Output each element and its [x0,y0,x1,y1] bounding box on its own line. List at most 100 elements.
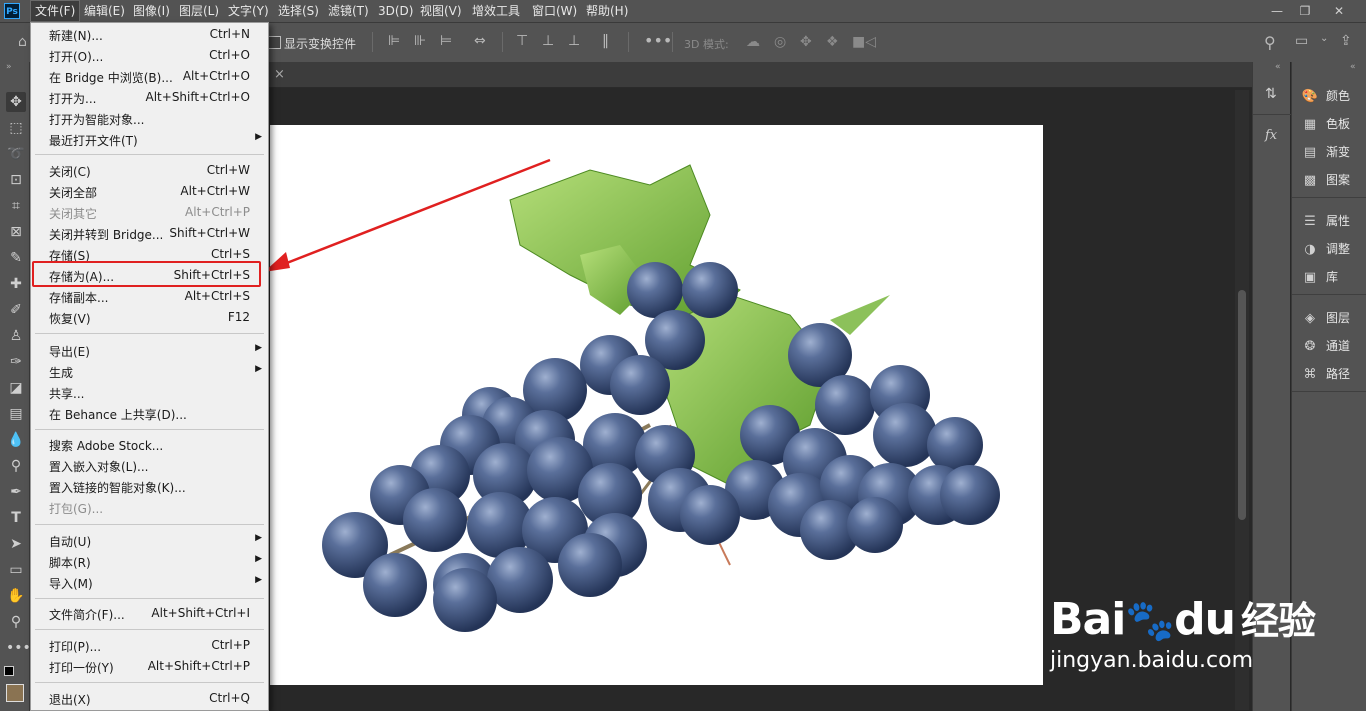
distribute-icon[interactable]: ‖ [602,33,609,49]
align-center-icon[interactable]: ⊪ [414,33,426,49]
panel-gradients[interactable]: ▤ 渐变 [1300,141,1364,163]
panel-layers[interactable]: ◈ 图层 [1300,307,1364,329]
menu-select[interactable]: 选择(S) [274,0,323,22]
menu-item-exit[interactable]: 退出(X) Ctrl+Q [31,688,268,709]
menu-item-close[interactable]: 关闭(C) Ctrl+W [31,160,268,181]
menu-item-print[interactable]: 打印(P)... Ctrl+P [31,635,268,656]
default-colors-icon[interactable] [4,666,14,676]
menu-item-recent-files[interactable]: 最近打开文件(T) ▶ [31,129,268,150]
panel-color[interactable]: 🎨 颜色 [1300,85,1364,107]
dodge-tool-icon[interactable]: ⚲ [6,456,26,476]
menu-item-browse-bridge[interactable]: 在 Bridge 中浏览(B)... Alt+Ctrl+O [31,66,268,87]
history-brush-tool-icon[interactable]: ✑ [6,352,26,372]
menu-image[interactable]: 图像(I) [129,0,174,22]
menu-item-open-as[interactable]: 打开为... Alt+Shift+Ctrl+O [31,87,268,108]
search-icon[interactable]: ⚲ [1264,33,1276,52]
align-bottom-icon[interactable]: ⊥ [568,33,580,49]
move-tool-icon[interactable]: ✥ [6,92,26,112]
shape-tool-icon[interactable]: ▭ [6,560,26,580]
menu-plugins[interactable]: 增效工具 [468,0,524,22]
panel-properties[interactable]: ☰ 属性 [1300,210,1364,232]
share-icon[interactable]: ⇪ [1340,33,1352,49]
menu-item-close-go-bridge[interactable]: 关闭并转到 Bridge... Shift+Ctrl+W [31,223,268,244]
menu-3d[interactable]: 3D(D) [374,0,417,22]
menu-view[interactable]: 视图(V) [416,0,466,22]
pen-tool-icon[interactable]: ✒ [6,482,26,502]
menu-layer[interactable]: 图层(L) [175,0,223,22]
chevron-down-icon[interactable]: ⌄ [1320,33,1328,44]
menu-item-place-linked[interactable]: 置入链接的智能对象(K)... [31,476,268,497]
hand-tool-icon[interactable]: ✋ [6,586,26,606]
more-tools-icon[interactable]: ••• [6,638,31,658]
gradient-tool-icon[interactable]: ▤ [6,404,26,424]
panel-adjustments[interactable]: ◑ 调整 [1300,238,1364,260]
fx-icon[interactable]: fx [1265,128,1277,143]
panel-swatches[interactable]: ▦ 色板 [1300,113,1364,135]
menu-item-generate[interactable]: 生成 ▶ [31,361,268,382]
menu-item-close-all[interactable]: 关闭全部 Alt+Ctrl+W [31,181,268,202]
menu-filter[interactable]: 滤镜(T) [324,0,373,22]
eraser-tool-icon[interactable]: ◪ [6,378,26,398]
menu-item-automate[interactable]: 自动(U) ▶ [31,530,268,551]
align-left-icon[interactable]: ⊫ [388,33,400,49]
align-right-icon[interactable]: ⊨ [440,33,452,49]
orbit-3d-icon[interactable]: ☁ [746,34,760,50]
pan-3d-icon[interactable]: ✥ [800,34,812,50]
roll-3d-icon[interactable]: ◎ [774,34,786,50]
workspace-icon[interactable]: ▭ [1295,33,1308,49]
marquee-tool-icon[interactable]: ⬚ [6,118,26,138]
collapse-icon[interactable]: « [1275,62,1281,72]
menu-type[interactable]: 文字(Y) [224,0,273,22]
align-hcenter-icon[interactable]: ⇔ [474,33,486,49]
menu-item-export[interactable]: 导出(E) ▶ [31,340,268,361]
restore-button[interactable]: ❐ [1290,0,1320,22]
object-select-tool-icon[interactable]: ⊡ [6,170,26,190]
blur-tool-icon[interactable]: 💧 [6,430,26,450]
slide-3d-icon[interactable]: ❖ [826,34,839,50]
foreground-color-swatch[interactable] [6,684,24,702]
menu-item-revert[interactable]: 恢复(V) F12 [31,307,268,328]
close-window-button[interactable]: ✕ [1324,0,1354,22]
menu-item-open[interactable]: 打开(O)... Ctrl+O [31,45,268,66]
menu-item-import[interactable]: 导入(M) ▶ [31,572,268,593]
menu-help[interactable]: 帮助(H) [582,0,632,22]
collapse-icon[interactable]: » [6,62,12,72]
panel-patterns[interactable]: ▩ 图案 [1300,169,1364,191]
lasso-tool-icon[interactable]: ➰ [6,144,26,164]
tab-close-icon[interactable]: × [274,67,285,82]
crop-tool-icon[interactable]: ⌗ [6,196,26,216]
menu-item-place-embedded[interactable]: 置入嵌入对象(L)... [31,455,268,476]
brush-tool-icon[interactable]: ✐ [6,300,26,320]
frame-tool-icon[interactable]: ⊠ [6,222,26,242]
menu-item-search-stock[interactable]: 搜索 Adobe Stock... [31,434,268,455]
menu-file[interactable]: 文件(F) [30,0,81,22]
type-tool-icon[interactable]: T [6,508,26,528]
photoshop-logo[interactable]: Ps [4,3,20,19]
minimize-button[interactable]: — [1262,0,1292,22]
menu-item-share[interactable]: 共享... [31,382,268,403]
collapse-icon[interactable]: « [1350,62,1356,72]
menu-item-file-info[interactable]: 文件简介(F)... Alt+Shift+Ctrl+I [31,603,268,624]
eyedropper-tool-icon[interactable]: ✎ [6,248,26,268]
scrollbar-thumb[interactable] [1238,290,1246,520]
healing-tool-icon[interactable]: ✚ [6,274,26,294]
panel-channels[interactable]: ❂ 通道 [1300,335,1364,357]
menu-window[interactable]: 窗口(W) [528,0,581,22]
panel-paths[interactable]: ⌘ 路径 [1300,363,1364,385]
home-icon[interactable]: ⌂ [18,34,27,50]
align-middle-icon[interactable]: ⊥ [542,33,554,49]
camera-3d-icon[interactable]: ■◁ [852,34,876,50]
menu-item-save-copy[interactable]: 存储副本... Alt+Ctrl+S [31,286,268,307]
menu-edit[interactable]: 编辑(E) [80,0,129,22]
history-icon[interactable]: ⇅ [1265,86,1277,102]
show-transform-checkbox[interactable] [268,36,281,49]
more-options-icon[interactable]: ••• [644,31,672,50]
menu-item-open-smart-object[interactable]: 打开为智能对象... [31,108,268,129]
align-top-icon[interactable]: ⊤ [516,33,528,49]
menu-item-new[interactable]: 新建(N)... Ctrl+N [31,24,268,45]
menu-item-scripts[interactable]: 脚本(R) ▶ [31,551,268,572]
panel-libraries[interactable]: ▣ 库 [1300,266,1364,288]
path-select-tool-icon[interactable]: ➤ [6,534,26,554]
zoom-tool-icon[interactable]: ⚲ [6,612,26,632]
menu-item-share-behance[interactable]: 在 Behance 上共享(D)... [31,403,268,424]
